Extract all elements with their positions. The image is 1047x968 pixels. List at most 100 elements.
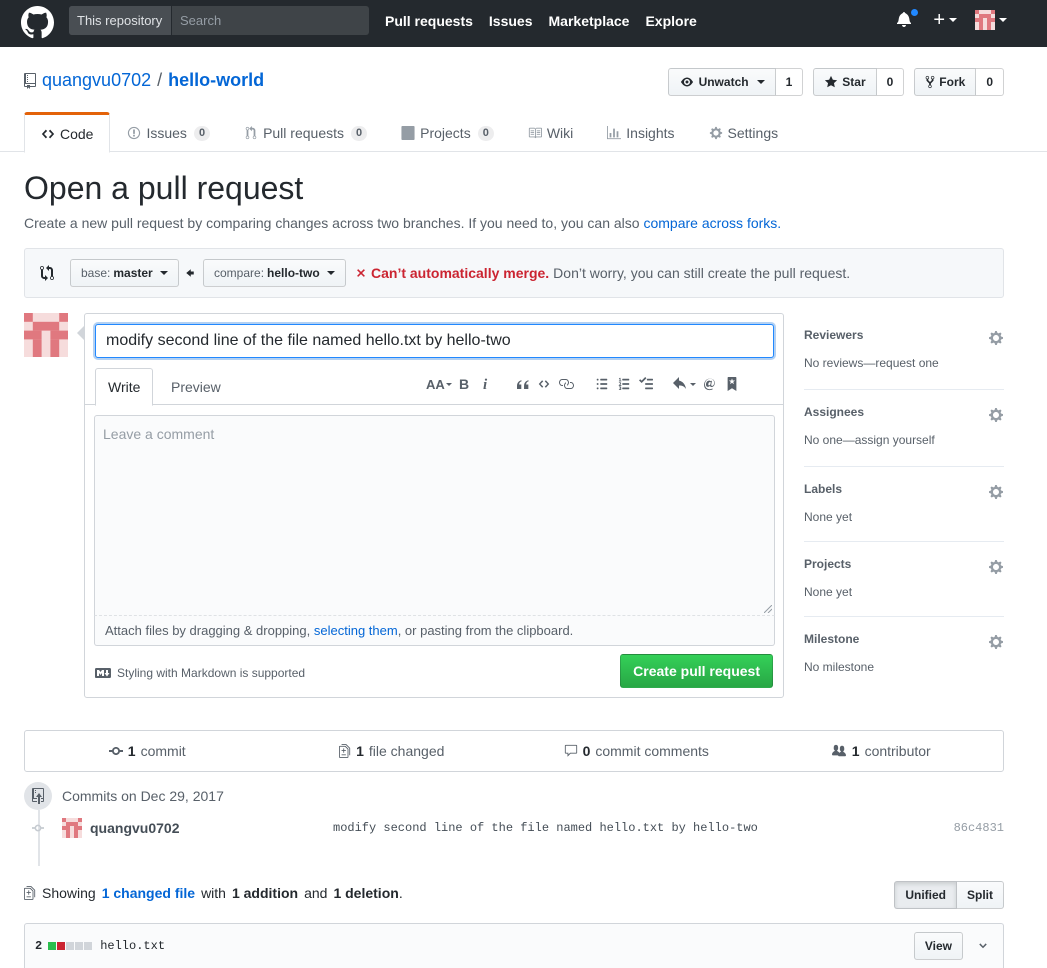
pr-title-input[interactable]: modify second line of the file named hel… <box>95 324 774 358</box>
discussion-sidebar: Reviewers No reviews—request one Assigne… <box>804 313 1004 692</box>
unwatch-button[interactable]: Unwatch <box>667 68 776 96</box>
chevron-down-icon[interactable] <box>999 18 1007 22</box>
comments-count: 0 <box>582 743 591 759</box>
compare-branch-select[interactable]: compare: hello-two <box>203 259 346 287</box>
gear-icon[interactable] <box>988 407 1004 423</box>
chevron-down-icon[interactable] <box>978 940 988 952</box>
nav-explore[interactable]: Explore <box>645 13 696 29</box>
nav-issues[interactable]: Issues <box>489 13 533 29</box>
file-attach-bar[interactable]: Attach files by dragging & dropping, sel… <box>94 615 775 646</box>
base-branch-select[interactable]: base: master <box>70 259 179 287</box>
files-summary-period: . <box>398 885 403 901</box>
watchers-count[interactable]: 1 <box>775 68 804 96</box>
tab-insights[interactable]: Insights <box>590 112 691 152</box>
graph-icon <box>607 126 622 140</box>
tab-write[interactable]: Write <box>95 368 154 406</box>
github-logo-icon[interactable] <box>21 6 54 39</box>
bold-icon[interactable]: B <box>453 374 475 394</box>
gear-icon[interactable] <box>988 330 1004 346</box>
fork-label: Fork <box>939 75 966 89</box>
fork-icon <box>925 75 935 89</box>
star-button[interactable]: Star <box>813 68 877 96</box>
sidebar-labels: Labels None yet <box>804 467 1004 542</box>
showing-label: Showing <box>42 885 96 901</box>
code-icon[interactable] <box>533 374 555 394</box>
create-pull-request-button[interactable]: Create pull request <box>620 654 773 688</box>
italic-icon[interactable]: i <box>475 374 497 394</box>
tab-wiki[interactable]: Wiki <box>511 112 590 152</box>
select-files-link[interactable]: selecting them <box>314 623 398 638</box>
gear-icon[interactable] <box>988 484 1004 500</box>
author-avatar[interactable] <box>24 313 68 357</box>
resize-handle-icon[interactable] <box>764 605 772 613</box>
tab-code[interactable]: Code <box>24 112 111 153</box>
tab-code-label: Code <box>60 125 94 142</box>
fork-button[interactable]: Fork <box>914 68 977 96</box>
tab-settings[interactable]: Settings <box>692 112 796 152</box>
pull-request-form: modify second line of the file named hel… <box>77 313 784 698</box>
svg-text:i: i <box>483 377 488 391</box>
reviewers-value[interactable]: No reviews—request one <box>804 356 1004 370</box>
reviewers-heading[interactable]: Reviewers <box>804 328 1004 342</box>
tab-issues-label: Issues <box>146 125 187 141</box>
gear-icon[interactable] <box>988 634 1004 650</box>
create-new-icon[interactable]: + <box>933 10 945 30</box>
labels-heading[interactable]: Labels <box>804 482 1004 496</box>
file-name-link[interactable]: hello.txt <box>100 939 165 953</box>
commit-message-link[interactable]: modify second line of the file named hel… <box>333 821 758 835</box>
gear-icon[interactable] <box>988 559 1004 575</box>
tab-pull-requests[interactable]: Pull requests 0 <box>227 112 384 152</box>
nav-pull-requests[interactable]: Pull requests <box>385 13 473 29</box>
quote-icon[interactable] <box>511 374 533 394</box>
changed-files-link[interactable]: 1 changed file <box>102 885 195 901</box>
assignees-heading[interactable]: Assignees <box>804 405 1004 419</box>
merge-status: Can’t automatically merge. Don’t worry, … <box>355 265 850 281</box>
commit-author-avatar[interactable] <box>62 818 82 838</box>
eye-icon <box>680 77 693 87</box>
unwatch-label: Unwatch <box>698 75 749 89</box>
summary-commits[interactable]: 1 commit <box>25 743 270 759</box>
sidebar-reviewers: Reviewers No reviews—request one <box>804 313 1004 390</box>
comment-textarea[interactable]: Leave a comment <box>94 415 775 615</box>
repo-name-link[interactable]: hello-world <box>168 70 264 91</box>
chevron-down-icon <box>159 271 168 275</box>
task-list-icon[interactable] <box>635 374 657 394</box>
assignees-value[interactable]: No one—assign yourself <box>804 433 1004 447</box>
mention-icon[interactable] <box>699 374 721 394</box>
issue-icon <box>128 126 141 140</box>
unified-button[interactable]: Unified <box>894 881 957 909</box>
nav-marketplace[interactable]: Marketplace <box>549 13 630 29</box>
summary-files[interactable]: 1 file changed <box>270 743 515 759</box>
reply-icon[interactable] <box>671 374 699 394</box>
summary-contributors[interactable]: 1 contributor <box>759 743 1004 759</box>
header-text-icon[interactable]: AA <box>425 374 453 394</box>
search-scope-label[interactable]: This repository <box>69 6 172 35</box>
tab-preview[interactable]: Preview <box>159 368 233 405</box>
svg-text:AA: AA <box>426 377 445 391</box>
ordered-list-icon[interactable] <box>613 374 635 394</box>
tab-issues[interactable]: Issues 0 <box>110 112 227 152</box>
forks-count[interactable]: 0 <box>976 68 1004 96</box>
commits-label: commit <box>140 743 186 759</box>
view-file-button[interactable]: View <box>913 932 963 960</box>
projects-heading[interactable]: Projects <box>804 557 1004 571</box>
compare-forks-link[interactable]: compare across forks. <box>643 215 781 231</box>
base-branch-name: master <box>113 266 153 280</box>
bookmark-icon[interactable] <box>721 374 743 394</box>
commit-author-link[interactable]: quangvu0702 <box>90 820 179 836</box>
repo-separator: / <box>157 70 163 90</box>
chevron-down-icon[interactable] <box>949 18 957 22</box>
tab-projects[interactable]: Projects 0 <box>384 112 511 152</box>
repo-owner-link[interactable]: quangvu0702 <box>42 70 151 91</box>
search-input[interactable] <box>172 6 369 35</box>
stars-count[interactable]: 0 <box>876 68 905 96</box>
user-avatar[interactable] <box>975 10 995 30</box>
notifications-bell-icon[interactable] <box>897 8 920 29</box>
link-icon[interactable] <box>555 374 577 394</box>
markdown-note-text[interactable]: Styling with Markdown is supported <box>117 666 305 680</box>
split-button[interactable]: Split <box>957 881 1004 909</box>
commit-sha-link[interactable]: 86c4831 <box>954 821 1004 835</box>
unordered-list-icon[interactable] <box>591 374 613 394</box>
repo-actions: Unwatch 1 Star 0 Fork 0 <box>667 68 1004 96</box>
milestone-heading[interactable]: Milestone <box>804 632 1004 646</box>
